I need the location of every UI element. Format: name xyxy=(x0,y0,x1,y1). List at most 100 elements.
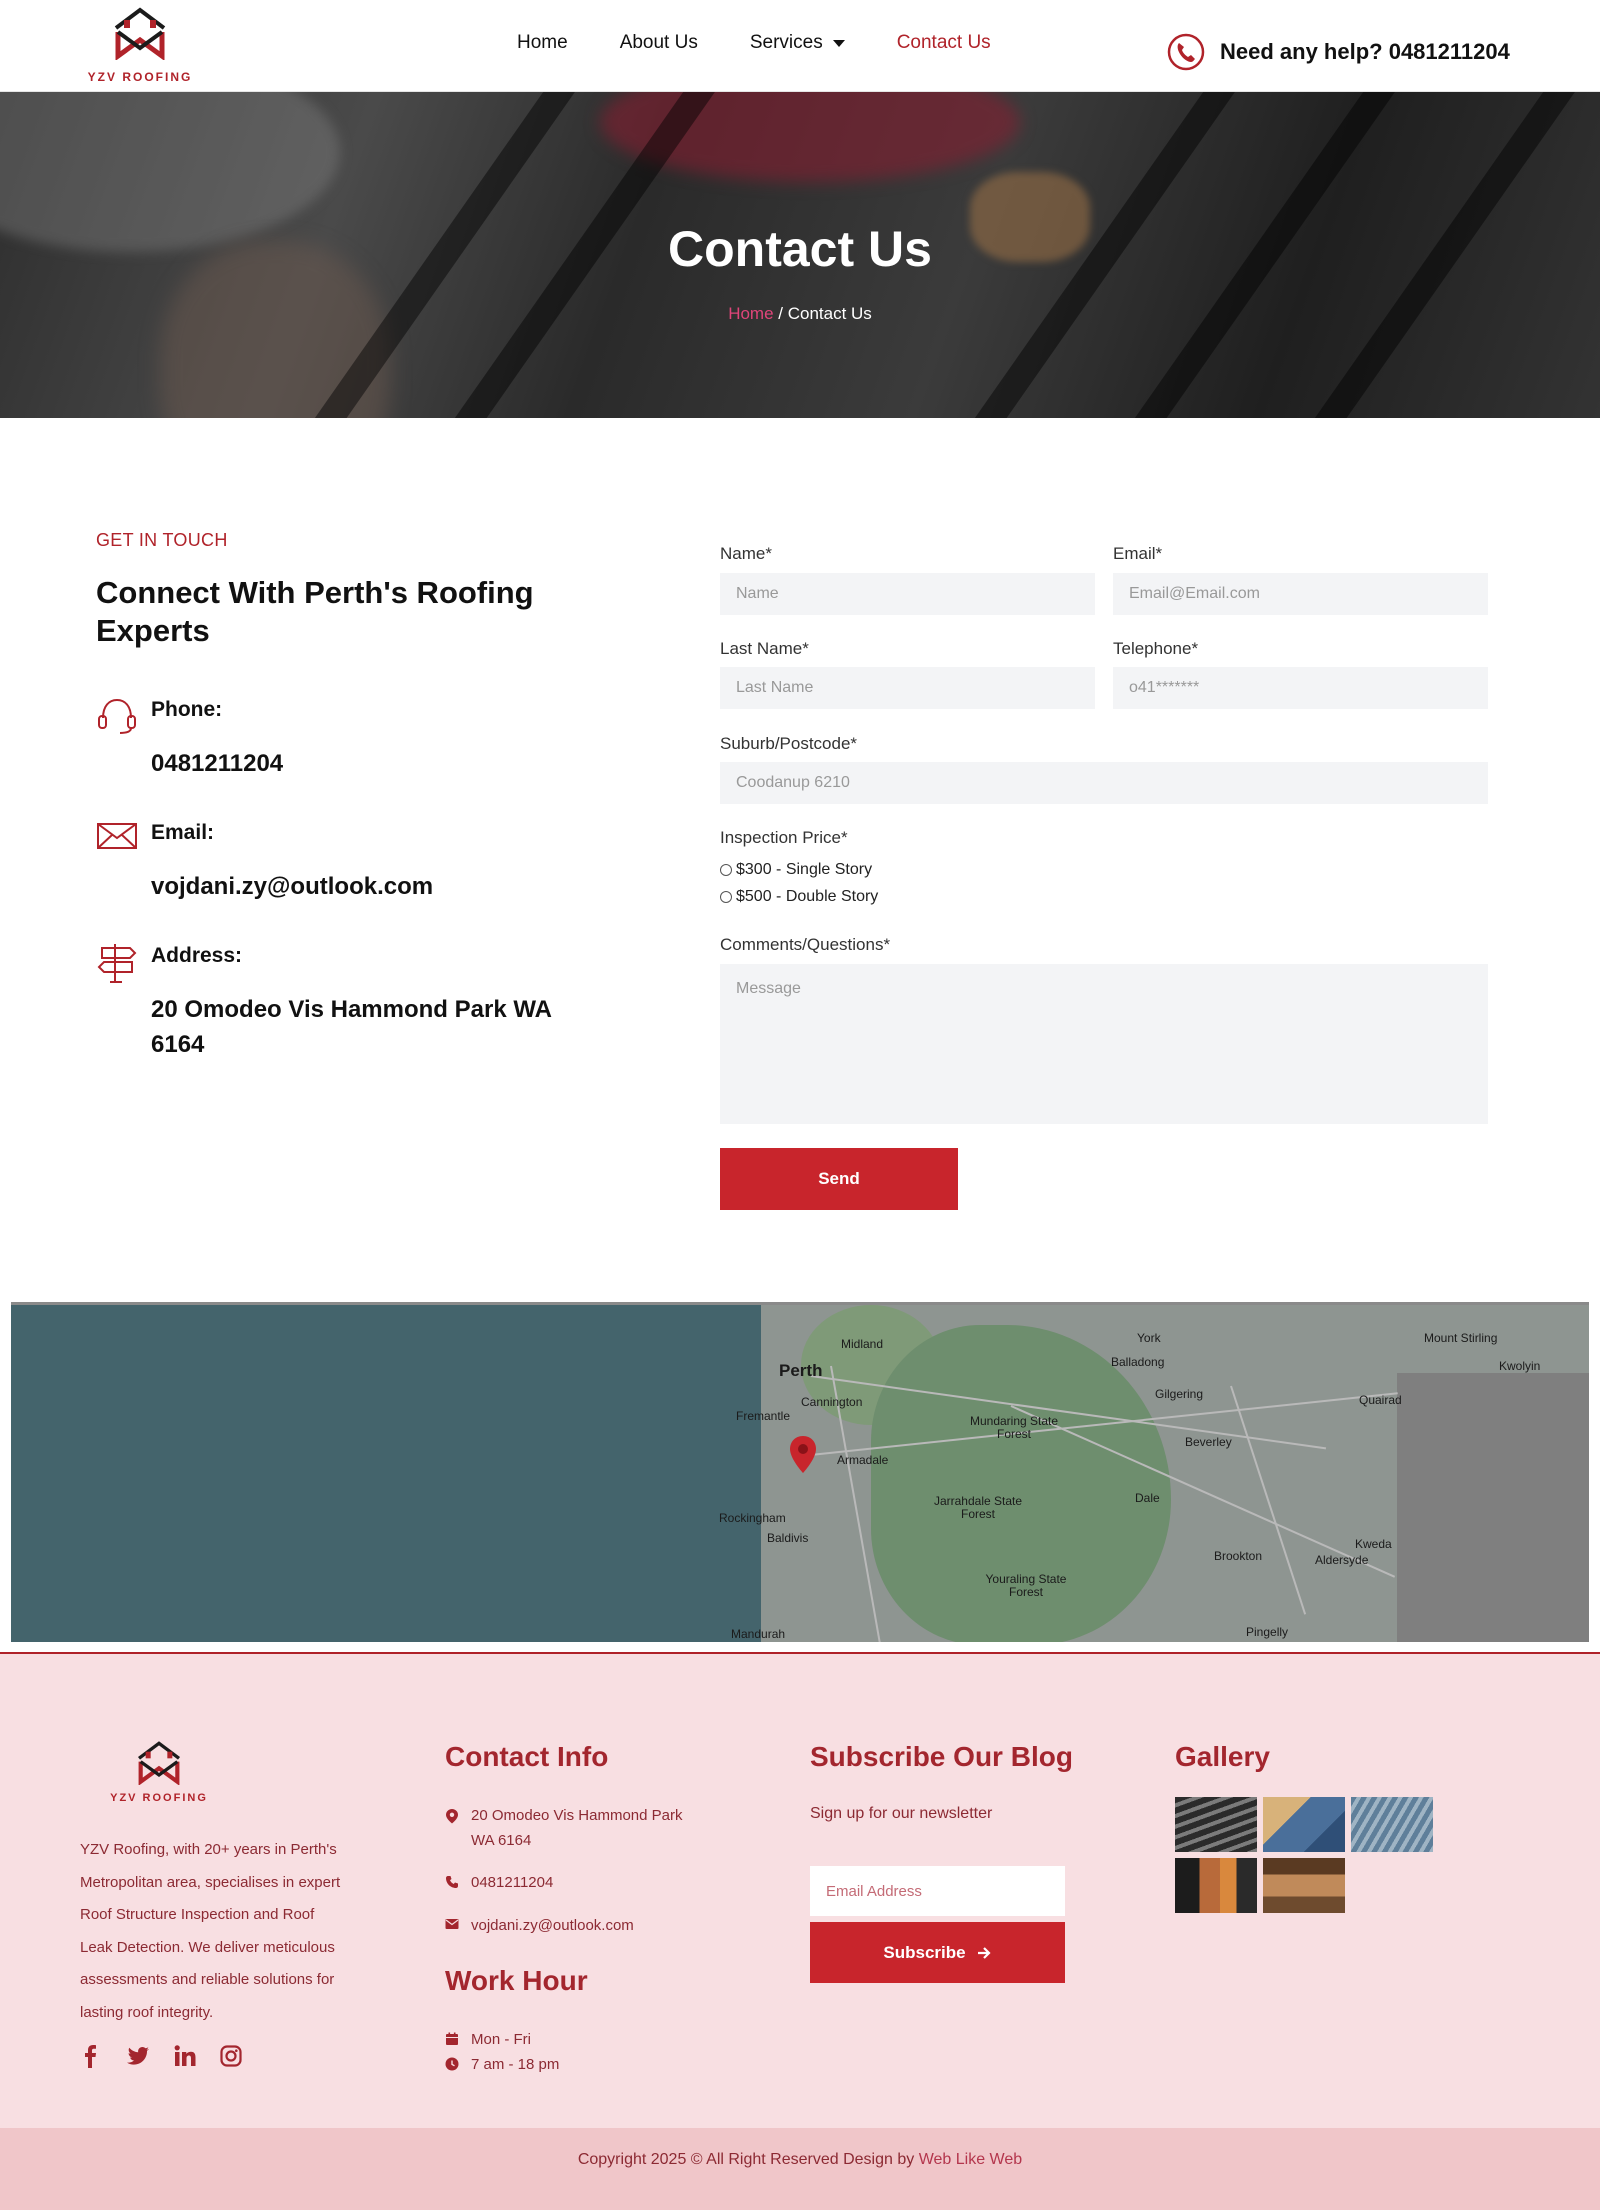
phone-icon xyxy=(1167,33,1205,71)
email-label: Email* xyxy=(1113,544,1163,563)
footer-address-text: 20 Omodeo Vis Hammond Park WA 6164 xyxy=(471,1807,683,1849)
contact-address-label: Address: xyxy=(151,944,243,967)
email-input[interactable]: Email@Email.com xyxy=(1113,573,1488,615)
last-name-input[interactable]: Last Name xyxy=(720,667,1095,709)
gallery-thumb[interactable] xyxy=(1175,1858,1257,1913)
signpost-icon xyxy=(97,944,137,983)
radio-label: $500 - Double Story xyxy=(736,888,879,905)
footer-work-days: Mon - Fri xyxy=(445,2027,705,2052)
map-label: Dale xyxy=(1135,1491,1160,1505)
last-name-label: Last Name* xyxy=(720,639,809,658)
calendar-icon xyxy=(446,2032,458,2045)
envelope-icon xyxy=(97,823,137,849)
map-label: Mount Stirling xyxy=(1424,1331,1498,1345)
breadcrumb-current: Contact Us xyxy=(787,304,872,323)
phone-icon xyxy=(446,1876,458,1888)
footer-email[interactable]: vojdani.zy@outlook.com xyxy=(445,1913,705,1938)
send-button[interactable]: Send xyxy=(720,1148,958,1210)
map-label: Baldivis xyxy=(767,1531,809,1545)
designer-link[interactable]: Web Like Web xyxy=(919,2151,1022,2168)
map-label: Rockingham xyxy=(719,1511,786,1525)
footer-gallery-title: Gallery xyxy=(1175,1741,1270,1772)
copyright: Copyright 2025 © All Right Reserved Desi… xyxy=(0,2151,1600,2169)
contact-phone-label: Phone: xyxy=(151,698,223,721)
map-label: Kwolyin xyxy=(1499,1359,1541,1373)
footer-about-text: YZV Roofing, with 20+ years in Perth's M… xyxy=(80,1841,341,2021)
footer-phone[interactable]: 0481211204 xyxy=(445,1870,705,1895)
radio-button[interactable] xyxy=(720,864,732,876)
gallery-thumb[interactable] xyxy=(1263,1858,1345,1913)
copyright-bar xyxy=(0,2128,1600,2210)
name-label: Name* xyxy=(720,544,772,563)
headset-icon xyxy=(98,698,136,734)
twitter-icon[interactable] xyxy=(126,2044,150,2068)
map-pin-icon[interactable] xyxy=(788,1435,818,1475)
map-label: Balladong xyxy=(1111,1355,1165,1369)
contact-email-value[interactable]: vojdani.zy@outlook.com xyxy=(151,869,591,904)
map-label: Quairad xyxy=(1359,1393,1402,1407)
map-label: Youraling State Forest xyxy=(985,1572,1067,1599)
radio-button[interactable] xyxy=(720,891,732,903)
breadcrumb: Home / Contact Us xyxy=(0,304,1600,324)
map-label: Aldersyde xyxy=(1315,1553,1369,1567)
section-eyebrow: GET IN TOUCH xyxy=(96,530,228,550)
name-input[interactable]: Name xyxy=(720,573,1095,615)
help-text: Need any help? 0481211204 xyxy=(1220,39,1510,64)
instagram-icon[interactable] xyxy=(220,2044,242,2068)
footer-work-hours-text: 7 am - 18 pm xyxy=(471,2056,560,2073)
gallery-thumb[interactable] xyxy=(1351,1797,1433,1852)
nav-contact-us[interactable]: Contact Us xyxy=(897,32,991,54)
nav-services-label: Services xyxy=(749,32,823,53)
footer-address: 20 Omodeo Vis Hammond Park WA 6164 xyxy=(445,1803,705,1853)
footer-subscribe-subtitle: Sign up for our newsletter xyxy=(810,1805,993,1822)
newsletter-email-input[interactable]: Email Address xyxy=(810,1866,1065,1916)
nav-services[interactable]: Services xyxy=(750,32,845,54)
envelope-icon xyxy=(445,1919,459,1929)
inspection-price-label: Inspection Price* xyxy=(720,828,848,847)
nav-about-us[interactable]: About Us xyxy=(620,32,698,54)
facebook-icon[interactable] xyxy=(80,2044,102,2068)
map-label: Pingelly xyxy=(1246,1625,1289,1639)
footer-phone-text: 0481211204 xyxy=(471,1874,554,1891)
map-label: Beverley xyxy=(1185,1435,1232,1449)
subscribe-button[interactable]: Subscribe xyxy=(810,1922,1065,1983)
subscribe-button-label: Subscribe xyxy=(883,1942,966,1962)
linkedin-icon[interactable] xyxy=(174,2044,196,2068)
logo[interactable]: YZV ROOFING xyxy=(80,6,200,86)
radio-label: $300 - Single Story xyxy=(736,861,873,878)
contact-address-value: 20 Omodeo Vis Hammond Park WA 6164 xyxy=(151,996,552,1058)
house-roof-logo-icon xyxy=(114,7,166,60)
arrow-right-icon xyxy=(977,1946,991,1959)
contact-phone-value[interactable]: 0481211204 xyxy=(151,746,591,781)
house-roof-logo-icon xyxy=(138,1741,180,1785)
map-label: Mundaring State Forest xyxy=(969,1414,1059,1441)
map-embed[interactable]: Perth Midland York Mount Stirling Kwolyi… xyxy=(11,1302,1589,1642)
breadcrumb-home[interactable]: Home xyxy=(728,304,773,323)
footer-work-days-text: Mon - Fri xyxy=(471,2031,531,2048)
footer-logo-text: YZV ROOFING xyxy=(110,1792,208,1804)
footer-logo[interactable]: YZV ROOFING xyxy=(108,1740,210,1810)
map-label: Fremantle xyxy=(736,1409,791,1423)
nav-home[interactable]: Home xyxy=(517,32,568,54)
caret-down-icon xyxy=(832,39,845,47)
logo-text: YZV ROOFING xyxy=(87,70,193,84)
telephone-input[interactable]: o41******* xyxy=(1113,667,1488,709)
suburb-input[interactable]: Coodanup 6210 xyxy=(720,762,1488,804)
radio-double-story[interactable]: $500 - Double Story xyxy=(720,888,878,906)
footer-email-text: vojdani.zy@outlook.com xyxy=(471,1917,634,1934)
section-title: Connect With Perth's Roofing Experts xyxy=(96,575,534,648)
map-label: Gilgering xyxy=(1155,1387,1204,1401)
clock-icon xyxy=(445,2057,459,2071)
map-label: York xyxy=(1137,1331,1161,1345)
radio-single-story[interactable]: $300 - Single Story xyxy=(720,861,872,879)
map-label: Brookton xyxy=(1214,1549,1263,1563)
map-label: Jarrahdale State Forest xyxy=(933,1494,1023,1521)
gallery-thumb[interactable] xyxy=(1263,1797,1345,1852)
page-title: Contact Us xyxy=(668,221,932,277)
telephone-label: Telephone* xyxy=(1113,639,1199,658)
gallery-thumb[interactable] xyxy=(1175,1797,1257,1852)
help-phone[interactable]: Need any help? 0481211204 xyxy=(1166,32,1510,72)
map-label: Kweda xyxy=(1355,1537,1392,1551)
map-label: Armadale xyxy=(837,1453,889,1467)
message-textarea[interactable]: Message xyxy=(720,964,1488,1124)
